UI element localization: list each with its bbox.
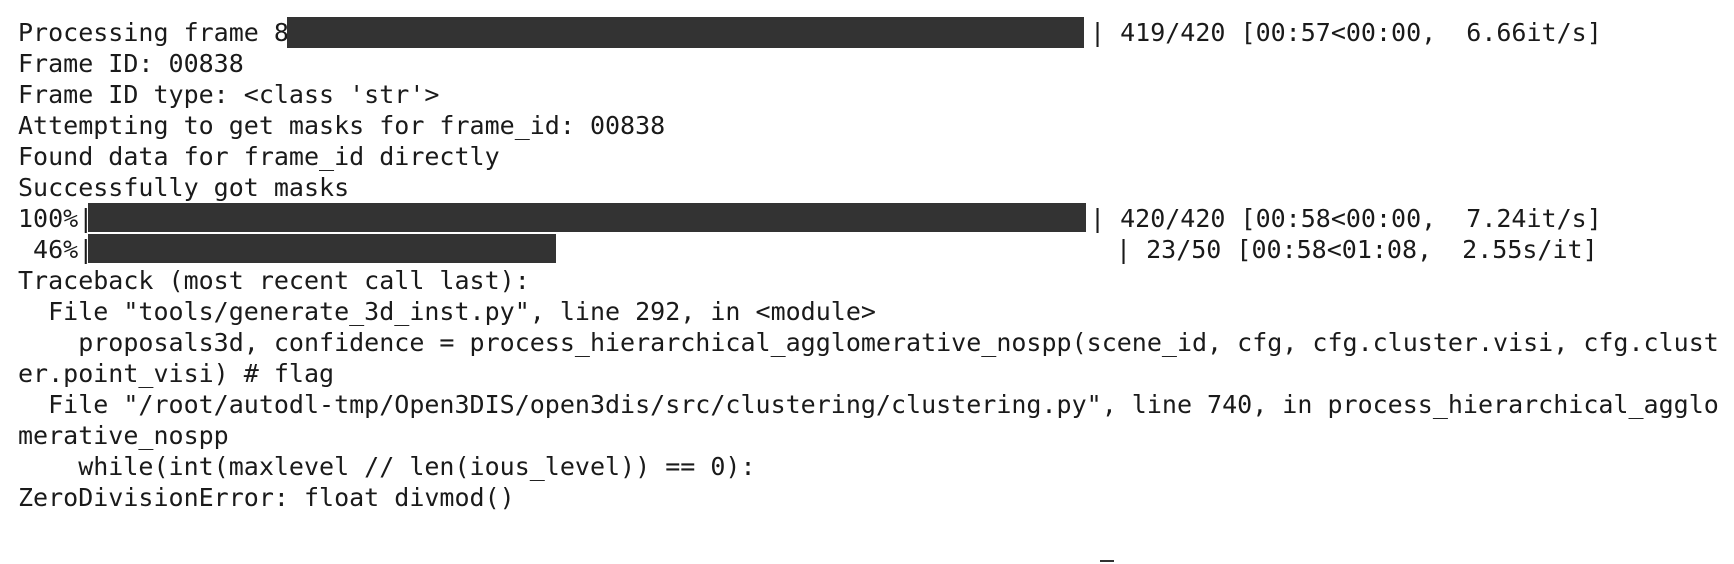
traceback-frame-line: File "tools/generate_3d_inst.py", line 2… <box>18 297 876 326</box>
traceback-code-line-wrap: er.point_visi) # flag <box>18 359 335 388</box>
progress-bar-processing <box>287 17 1084 48</box>
traceback-frame-line: File "/root/autodl-tmp/Open3DIS/open3dis… <box>18 390 1719 419</box>
error-message: ZeroDivisionError: float divmod() <box>18 483 515 512</box>
progress-prefix-46: 46%| <box>18 235 94 264</box>
traceback-frame-line-wrap: merative_nospp <box>18 421 229 450</box>
log-line-found-data: Found data for frame_id directly <box>18 142 500 171</box>
traceback-header: Traceback (most recent call last): <box>18 266 530 295</box>
traceback-code-line: while(int(maxlevel // len(ious_level)) =… <box>18 452 756 481</box>
log-line-frame-id-type: Frame ID type: <class 'str'> <box>18 80 440 109</box>
progress-prefix-processing: Processing frame 838 <box>18 18 320 47</box>
progress-bar-46 <box>88 234 556 263</box>
progress-suffix-processing-text: | 419/420 [00:57<00:00, 6.66it/s] <box>1090 18 1602 47</box>
progress-suffix-100: | 420/420 [00:58<00:00, 7.24it/s] <box>1090 204 1602 233</box>
text-cursor <box>1100 560 1114 562</box>
progress-bar-100 <box>88 203 1086 232</box>
terminal-output: Processing frame 838 Frame ID: 00838 Fra… <box>0 0 1734 564</box>
traceback-code-line: proposals3d, confidence = process_hierar… <box>18 328 1719 357</box>
log-line-frame-id: Frame ID: 00838 <box>18 49 244 78</box>
log-line-attempting: Attempting to get masks for frame_id: 00… <box>18 111 666 140</box>
log-line-success: Successfully got masks <box>18 173 350 202</box>
progress-prefix-100: 100%| <box>18 204 94 233</box>
progress-suffix-46: | 23/50 [00:58<01:08, 2.55s/it] <box>1116 235 1598 264</box>
